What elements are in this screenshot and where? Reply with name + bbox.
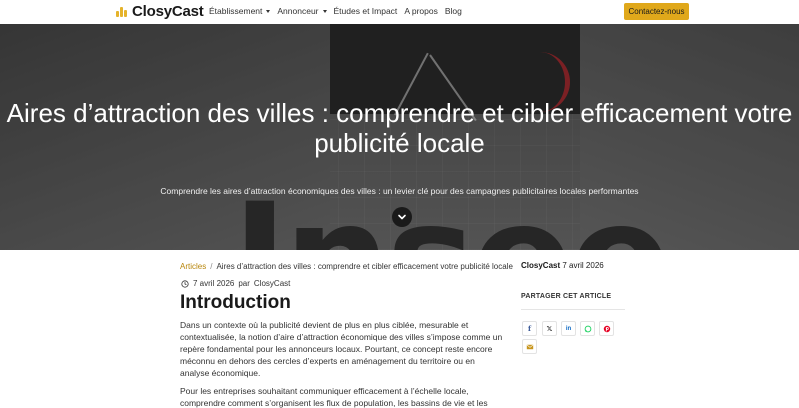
email-icon bbox=[526, 344, 533, 349]
article-by-label: par bbox=[238, 279, 250, 288]
article-paragraph: Pour les entreprises souhaitant communiq… bbox=[180, 386, 488, 408]
hero-banner: Insee Aires d’attraction des villes : co… bbox=[0, 24, 799, 250]
nav-item-etudes[interactable]: Études et Impact bbox=[334, 6, 398, 16]
nav-menu: Établissement Annonceur Études et Impact… bbox=[209, 6, 469, 16]
facebook-icon: f bbox=[527, 324, 531, 333]
share-x-button[interactable]: 𝕏 bbox=[542, 321, 557, 336]
article-author[interactable]: ClosyCast bbox=[254, 279, 290, 288]
page-subtitle: Comprendre les aires d’attraction économ… bbox=[160, 186, 639, 196]
contact-button[interactable]: Contactez-nous bbox=[624, 3, 689, 20]
nav-item-etablissement[interactable]: Établissement bbox=[209, 6, 271, 16]
divider bbox=[521, 309, 625, 310]
breadcrumb-current: Aires d’attraction des villes : comprend… bbox=[216, 262, 513, 271]
share-section-title: PARTAGER CET ARTICLE bbox=[521, 293, 612, 300]
nav-item-annonceur[interactable]: Annonceur bbox=[277, 6, 327, 16]
breadcrumb-separator: / bbox=[210, 262, 213, 271]
breadcrumb: Articles / Aires d’attraction des villes :… bbox=[180, 262, 513, 271]
clock-icon bbox=[181, 279, 189, 288]
chevron-down-icon bbox=[398, 214, 406, 220]
share-linkedin-button[interactable]: in bbox=[561, 321, 576, 336]
brand-name: ClosyCast bbox=[132, 3, 204, 20]
nav-item-apropos[interactable]: A propos bbox=[404, 6, 438, 16]
navbar: ClosyCast Établissement Annonceur Études… bbox=[0, 0, 799, 24]
sidebar-author-name[interactable]: ClosyCast bbox=[521, 261, 560, 270]
article-meta: 7 avril 2026 par ClosyCast bbox=[181, 279, 290, 288]
page-title: Aires d’attraction des villes : comprend… bbox=[6, 98, 793, 158]
article-paragraph: Dans un contexte où la publicité devient… bbox=[180, 320, 503, 379]
brand-logo[interactable]: ClosyCast bbox=[116, 3, 204, 20]
caret-down-icon bbox=[266, 9, 271, 13]
sidebar-date: 7 avril 2026 bbox=[562, 261, 604, 270]
breadcrumb-link-articles[interactable]: Articles bbox=[180, 262, 206, 271]
scroll-down-button[interactable] bbox=[392, 207, 412, 227]
linkedin-icon: in bbox=[565, 325, 572, 332]
brand-logo-icon bbox=[116, 5, 129, 18]
share-whatsapp-button[interactable] bbox=[580, 321, 595, 336]
pinterest-icon bbox=[603, 325, 610, 332]
section-heading: Introduction bbox=[180, 292, 291, 313]
nav-item-blog[interactable]: Blog bbox=[445, 6, 462, 16]
share-pinterest-button[interactable] bbox=[599, 321, 614, 336]
article-date: 7 avril 2026 bbox=[193, 279, 235, 288]
sidebar-author: ClosyCast 7 avril 2026 bbox=[521, 261, 604, 270]
share-facebook-button[interactable]: f bbox=[522, 321, 537, 336]
whatsapp-icon bbox=[584, 325, 591, 332]
share-email-button[interactable] bbox=[522, 339, 537, 354]
caret-down-icon bbox=[322, 9, 327, 13]
x-icon: 𝕏 bbox=[546, 325, 553, 333]
